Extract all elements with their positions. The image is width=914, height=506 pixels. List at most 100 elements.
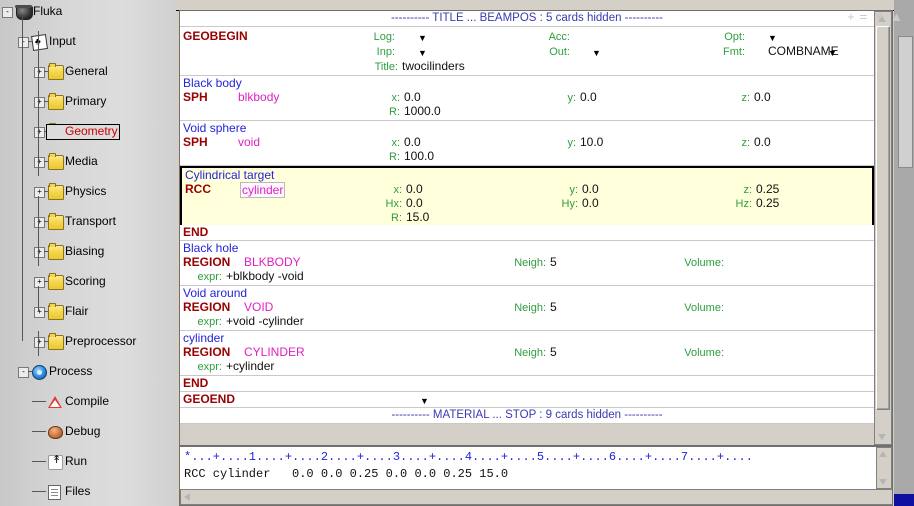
geobegin-card[interactable]: GEOBEGIN Log: ▼ Inp: ▼ Acc: Out: ▼ Opt: ▼ Fmt: COMB…: [180, 27, 874, 76]
move-down-button[interactable]: ▼: [872, 9, 890, 24]
body-field-value[interactable]: 15.0: [406, 210, 429, 224]
geobegin-out-dropdown[interactable]: ▼: [592, 48, 601, 58]
body-card-selected[interactable]: Cylindrical target RCC cylinder x: 0.0 y: 0.0 z…: [180, 166, 874, 228]
tree-item-preprocessor[interactable]: + Preprocessor: [0, 333, 176, 350]
region-card[interactable]: cylinder REGION CYLINDER Neigh: 5 Volume: expr…: [180, 331, 874, 376]
editor-scroll-left-icon[interactable]: [184, 493, 190, 501]
editor-vscrollbar[interactable]: [876, 447, 892, 489]
body-name[interactable]: cylinder: [240, 182, 286, 198]
body-field-value[interactable]: 0.0: [404, 90, 421, 104]
body-card[interactable]: Void sphere SPH void x: 0.0 y: 10.0 z: 0.0 R: 100.…: [180, 121, 874, 166]
body-field-value[interactable]: 0.0: [580, 90, 597, 104]
body-field-value[interactable]: 0.25: [756, 182, 779, 196]
hidden-cards-banner-bottom[interactable]: ---------- MATERIAL ... STOP : 9 cards h…: [180, 408, 874, 424]
region-card[interactable]: Black hole REGION BLKBODY Neigh: 5 Volume: exp…: [180, 241, 874, 286]
region-neigh-value[interactable]: 5: [550, 300, 557, 314]
source-line[interactable]: RCC cylinder 0.0 0.0 0.25 0.0 0.0 0.25 1…: [184, 467, 508, 481]
tree-item-files[interactable]: Files: [0, 484, 176, 500]
body-name[interactable]: blkbody: [238, 90, 279, 104]
region-card[interactable]: Void around REGION VOID Neigh: 5 Volume: expr:…: [180, 286, 874, 331]
expand-icon[interactable]: +: [34, 97, 45, 108]
collapse-icon[interactable]: -: [18, 37, 29, 48]
expand-icon[interactable]: +: [34, 247, 45, 258]
body-field-value[interactable]: 0.0: [582, 196, 599, 210]
region-expr-value[interactable]: +blkbody -void: [226, 269, 304, 283]
tree-item-biasing[interactable]: + Biasing: [0, 243, 176, 260]
expand-icon[interactable]: +: [34, 307, 45, 318]
geobegin-title-value[interactable]: twocilinders: [402, 59, 465, 73]
expand-icon[interactable]: +: [34, 187, 45, 198]
card-source-editor[interactable]: *...+....1....+....2....+....3....+....4…: [179, 446, 893, 506]
geoend-dropdown[interactable]: ▼: [420, 396, 429, 406]
scroll-down-icon[interactable]: [878, 434, 886, 440]
tree-item-input[interactable]: - Input: [0, 34, 176, 51]
tree-item-process[interactable]: - Process: [0, 364, 176, 380]
tree-item-fluka[interactable]: - Fluka: [0, 4, 176, 20]
expand-icon[interactable]: +: [34, 217, 45, 228]
card-list[interactable]: ---------- TITLE ... BEAMPOS : 5 cards h…: [180, 11, 874, 443]
body-field-value[interactable]: 0.0: [404, 135, 421, 149]
tree-item-geometry[interactable]: + Geometry: [0, 123, 176, 140]
expand-icon[interactable]: +: [34, 67, 45, 78]
window-scroll-thumb[interactable]: [898, 36, 913, 168]
region-tag: REGION: [183, 345, 231, 359]
project-tree-sidebar[interactable]: - Fluka - Input + General + Primary + Geometry + Me…: [0, 0, 176, 506]
region-neigh-value[interactable]: 5: [550, 255, 557, 269]
collapse-icon[interactable]: -: [18, 367, 29, 378]
region-neigh-value[interactable]: 5: [550, 345, 557, 359]
body-field-value[interactable]: 0.25: [756, 196, 779, 210]
tree-item-label: Scoring: [65, 274, 106, 288]
tree-item-compile[interactable]: Compile: [0, 394, 176, 409]
geobegin-opt-dropdown[interactable]: ▼: [768, 33, 777, 43]
body-field-value[interactable]: 0.0: [754, 135, 771, 149]
hidden-cards-banner-top[interactable]: ---------- TITLE ... BEAMPOS : 5 cards h…: [180, 11, 874, 27]
body-field-value[interactable]: 0.0: [754, 90, 771, 104]
expand-icon[interactable]: +: [34, 157, 45, 168]
body-field-value[interactable]: 10.0: [580, 135, 603, 149]
card-toolbar[interactable]: +=▼▲: [838, 9, 908, 25]
geoend-card[interactable]: GEOEND ▼: [180, 392, 874, 408]
card-list-vscrollbar[interactable]: [874, 11, 892, 445]
tree-item-flair[interactable]: + Flair: [0, 303, 176, 320]
geobegin-inp-dropdown[interactable]: ▼: [418, 48, 427, 58]
geobegin-fmt-dropdown[interactable]: ▼: [828, 48, 837, 58]
editor-scroll-down-icon[interactable]: [879, 479, 887, 485]
region-name[interactable]: CYLINDER: [244, 345, 305, 359]
expand-icon[interactable]: +: [34, 337, 45, 348]
tree-item-transport[interactable]: + Transport: [0, 213, 176, 230]
window-vscrollbar[interactable]: [894, 0, 914, 506]
region-name[interactable]: BLKBODY: [244, 255, 301, 269]
body-name[interactable]: void: [238, 135, 260, 149]
add-card-button[interactable]: +: [847, 9, 860, 24]
expand-icon[interactable]: +: [34, 277, 45, 288]
body-field-value[interactable]: 0.0: [406, 182, 423, 196]
card-list-panel[interactable]: ---------- TITLE ... BEAMPOS : 5 cards h…: [179, 10, 893, 446]
tree-item-general[interactable]: + General: [0, 63, 176, 80]
expand-icon[interactable]: +: [34, 127, 45, 138]
region-expr-value[interactable]: +void -cylinder: [226, 314, 304, 328]
body-field-value[interactable]: 100.0: [404, 149, 434, 163]
clone-card-button[interactable]: =: [860, 9, 873, 24]
tree-item-debug[interactable]: Debug: [0, 424, 176, 439]
body-field-value[interactable]: 0.0: [582, 182, 599, 196]
tree-item-primary[interactable]: + Primary: [0, 93, 176, 110]
tree-item-physics[interactable]: + Physics: [0, 183, 176, 200]
project-tree[interactable]: - Fluka - Input + General + Primary + Geometry + Me…: [0, 4, 176, 500]
body-card[interactable]: Black body SPH blkbody x: 0.0 y: 0.0 z: 0.0 R: 100…: [180, 76, 874, 121]
geobegin-log-dropdown[interactable]: ▼: [418, 33, 427, 43]
body-field-value[interactable]: 1000.0: [404, 104, 441, 118]
body-field-value[interactable]: 0.0: [406, 196, 423, 210]
tree-item-run[interactable]: Run: [0, 453, 176, 470]
end-bodies-card[interactable]: END: [180, 225, 874, 241]
end-regions-card[interactable]: END: [180, 376, 874, 392]
card-list-scroll-thumb[interactable]: [876, 26, 890, 410]
collapse-icon[interactable]: -: [2, 7, 13, 18]
editor-hscrollbar[interactable]: [180, 489, 892, 505]
editor-scroll-up-icon[interactable]: [879, 451, 887, 457]
folder-icon: [48, 153, 64, 170]
tree-item-scoring[interactable]: + Scoring: [0, 273, 176, 290]
move-up-button[interactable]: ▲: [890, 9, 908, 24]
region-expr-value[interactable]: +cylinder: [226, 359, 274, 373]
tree-item-media[interactable]: + Media: [0, 153, 176, 170]
region-name[interactable]: VOID: [244, 300, 273, 314]
